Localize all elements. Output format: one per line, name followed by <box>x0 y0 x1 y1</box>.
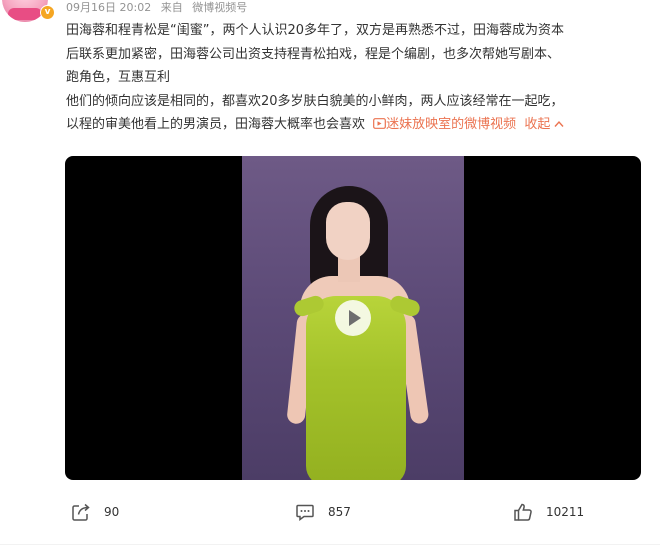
like-button[interactable]: 10211 <box>512 494 584 530</box>
post-date[interactable]: 09月16日 20:02 <box>66 1 151 14</box>
post-meta: 09月16日 20:02 来自 微博视频号 <box>66 1 253 15</box>
divider <box>0 544 660 545</box>
play-icon[interactable] <box>335 300 371 336</box>
post-body: 田海蓉和程青松是“闺蜜”，两个人认识20多年了，双方是再熟悉不过，田海蓉成为资本… <box>66 19 648 137</box>
video-link[interactable]: 迷妹放映室的微博视频 <box>369 117 520 132</box>
collapse-label: 收起 <box>524 117 551 132</box>
video-player[interactable] <box>65 156 641 480</box>
share-button[interactable]: 90 <box>70 494 119 530</box>
thumbs-up-icon <box>514 503 532 521</box>
post-text-line: 以程的审美他看上的男演员，田海蓉大概率也会喜欢 <box>66 117 366 132</box>
video-link-label: 迷妹放映室的微博视频 <box>386 117 517 132</box>
post-text-line: 后联系更加紧密，田海蓉公司出资支持程青松拍戏，程是个编剧，也多次帮她写剧本、 <box>66 46 561 62</box>
post-text-line: 跑角色，互惠互利 <box>66 70 171 85</box>
comment-button[interactable]: 857 <box>294 494 351 530</box>
post-text-line: 田海蓉和程青松是“闺蜜”，两个人认识20多年了，双方是再熟悉不过，田海蓉成为资本 <box>66 23 565 38</box>
share-count: 90 <box>104 505 120 519</box>
chevron-up-icon <box>554 120 564 127</box>
comment-icon <box>296 504 314 521</box>
comment-count: 857 <box>328 505 351 519</box>
verified-badge-icon: v <box>40 5 55 20</box>
collapse-button[interactable]: 收起 <box>524 117 564 132</box>
video-link-icon <box>373 118 387 129</box>
post-from-label: 来自 <box>160 1 183 14</box>
share-icon <box>72 503 90 521</box>
like-count: 10211 <box>546 505 585 519</box>
post-source[interactable]: 微博视频号 <box>192 1 247 14</box>
post-actions: 90 857 10211 <box>0 494 660 530</box>
post-text-line: 他们的倾向应该是相同的，都喜欢20多岁肤白貌美的小鲜肉，两人应该经常在一起吃， <box>66 93 564 109</box>
author-avatar-area[interactable]: v <box>0 0 56 22</box>
post-text-last-line: 以程的审美他看上的男演员，田海蓉大概率也会喜欢 迷妹放映室的微博视频 收起 <box>66 113 648 137</box>
